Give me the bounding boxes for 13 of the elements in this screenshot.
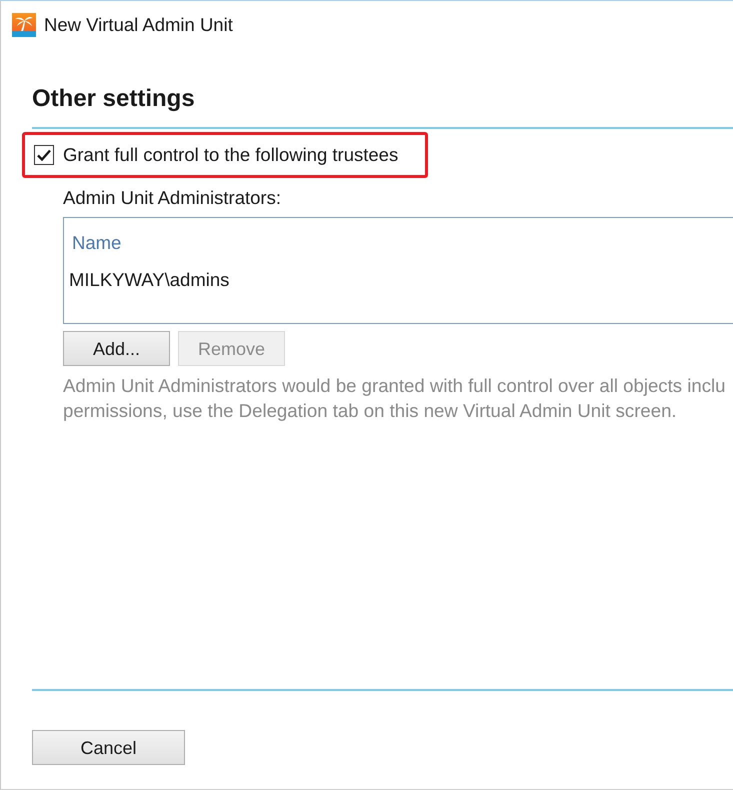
section-heading: Other settings [32,84,195,114]
list-label: Admin Unit Administrators: [63,186,281,210]
window-title: New Virtual Admin Unit [44,13,233,37]
dialog-button[interactable]: Cancel [32,730,185,765]
dialog-button[interactable]: Add... [63,331,170,366]
administrators-list[interactable]: Name MILKYWAY\admins [63,217,733,324]
list-cell: MILKYWAY\admins [69,268,230,292]
column-header[interactable]: Name [72,231,122,255]
checkmark-icon [37,149,51,161]
palm-tree-icon [12,13,36,37]
help-text: Admin Unit Administrators would be granted with full control over all objects inclu permissions, use the Delegation tab on this new Virtual Admin Unit screen. [63,374,726,423]
checkbox-label: Grant full control to the following trustees [63,143,398,167]
checkbox[interactable] [34,145,54,165]
